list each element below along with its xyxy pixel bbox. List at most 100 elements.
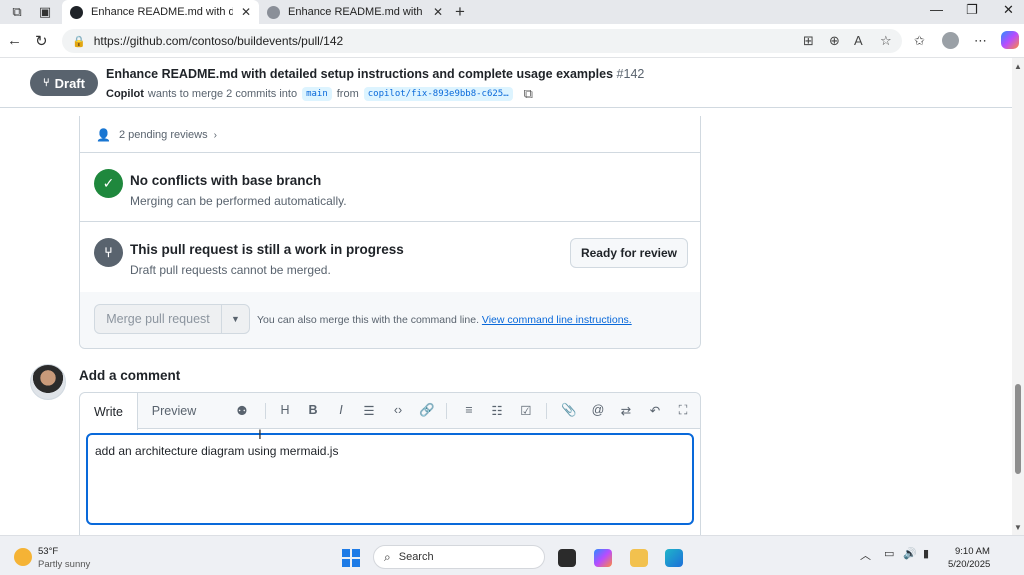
address-bar[interactable]: 🔒 https://github.com/contoso/buildevents… (62, 29, 902, 53)
divider (80, 152, 700, 153)
code-icon[interactable]: ‹› (389, 403, 407, 417)
more-icon[interactable]: ⋯ (974, 33, 987, 49)
merge-note: You can also merge this with the command… (257, 314, 632, 326)
favorites-icon[interactable]: ✩ (914, 33, 925, 49)
editor-tabs: Write Preview ⚉ H B I ☰ ‹› 🔗 ≡ ☷ ☑ 📎 @ ⇄… (80, 393, 700, 430)
zoom-icon[interactable]: ⊕ (829, 33, 840, 49)
minimize-icon[interactable]: — (930, 2, 943, 17)
workspaces-icon[interactable]: ⧉ (8, 3, 26, 21)
taskbar: 53°F Partly sunny ⌕ Search ︿ ▭ 🔊 ▮ 9:10 … (0, 535, 1024, 575)
favorite-star-icon[interactable]: ☆ (880, 33, 892, 49)
text-cursor-icon: I (258, 426, 262, 442)
unordered-list-icon[interactable]: ☷ (488, 403, 506, 418)
scroll-down-icon[interactable]: ▼ (1014, 523, 1022, 532)
edge-browser-icon[interactable] (665, 549, 683, 567)
taskbar-search[interactable]: ⌕ Search (373, 545, 545, 569)
close-window-icon[interactable]: ✕ (1003, 2, 1014, 18)
draft-pr-icon: ⑂ (94, 238, 123, 267)
new-tab-icon[interactable]: + (455, 2, 465, 22)
conflicts-title: No conflicts with base branch (130, 173, 322, 188)
toolbar-divider (546, 403, 547, 419)
github-icon (70, 5, 83, 19)
copy-icon[interactable]: ⧉ (524, 86, 533, 102)
address-row: ← ↻ 🔒 https://github.com/contoso/buildev… (0, 24, 1024, 58)
pr-title: Enhance README.md with detailed setup in… (106, 67, 645, 81)
close-tab-icon[interactable]: ✕ (241, 5, 251, 19)
check-circle-icon: ✓ (94, 169, 123, 198)
tab-actions-icon[interactable]: ▣ (36, 3, 54, 21)
pr-author[interactable]: Copilot (106, 88, 144, 100)
tab-preview[interactable]: Preview (140, 393, 208, 429)
person-icon: 👤 (96, 128, 111, 142)
command-line-instructions-link[interactable]: View command line instructions. (482, 314, 632, 326)
tab-write[interactable]: Write (80, 393, 138, 430)
merge-options-dropdown[interactable]: ▼ (221, 304, 250, 334)
merge-box: 👤 2 pending reviews › ✓ No conflicts wit… (79, 116, 701, 349)
windows-start-icon[interactable] (342, 549, 360, 567)
url-text: https://github.com/contoso/buildevents/p… (93, 34, 344, 48)
volume-icon[interactable]: 🔊 (903, 547, 917, 560)
close-tab-icon[interactable]: ✕ (433, 5, 443, 19)
page-content: ⑂ Draft Enhance README.md with detailed … (0, 58, 1012, 535)
paperclip-icon[interactable]: 📎 (560, 403, 578, 418)
quote-icon[interactable]: ☰ (360, 403, 378, 418)
fullscreen-icon[interactable]: ⛶ (674, 403, 692, 418)
browser-tab-strip: ⧉ ▣ Enhance README.md with detaile ✕ Enh… (0, 0, 1024, 24)
display-icon[interactable]: ▭ (884, 547, 894, 560)
profile-avatar[interactable] (942, 32, 959, 49)
github-icon (267, 5, 280, 19)
italic-icon[interactable]: I (332, 403, 350, 417)
avatar[interactable] (30, 364, 66, 400)
file-explorer-icon[interactable] (630, 549, 648, 567)
copilot-app-icon[interactable] (594, 549, 612, 567)
head-branch[interactable]: copilot/fix-893e9bb8-c625… (363, 87, 513, 101)
comment-editor: Write Preview ⚉ H B I ☰ ‹› 🔗 ≡ ☷ ☑ 📎 @ ⇄… (79, 392, 701, 535)
toolbar-divider (446, 403, 447, 419)
search-icon: ⌕ (384, 549, 391, 564)
restore-icon[interactable]: ❐ (966, 2, 978, 18)
chevron-up-icon[interactable]: ︿ (860, 547, 871, 563)
read-aloud-icon[interactable]: A (854, 33, 863, 48)
draft-badge: ⑂ Draft (30, 70, 98, 96)
copilot-icon[interactable]: ⚉ (233, 403, 251, 418)
back-icon[interactable]: ← (7, 32, 22, 49)
heading-icon[interactable]: H (276, 403, 294, 417)
app-available-icon[interactable]: ⊞ (803, 33, 814, 49)
conflicts-subtitle: Merging can be performed automatically. (130, 194, 347, 208)
copilot-icon[interactable] (1001, 31, 1019, 49)
lock-icon: 🔒 (72, 35, 86, 48)
wip-title: This pull request is still a work in pro… (130, 242, 404, 257)
add-comment-heading: Add a comment (79, 368, 181, 383)
pr-header: ⑂ Draft Enhance README.md with detailed … (0, 58, 1012, 108)
scroll-up-icon[interactable]: ▲ (1014, 62, 1022, 71)
divider (80, 221, 700, 222)
pending-reviews[interactable]: 👤 2 pending reviews › (96, 128, 217, 142)
task-list-icon[interactable]: ☑ (517, 403, 535, 418)
mention-icon[interactable]: @ (589, 403, 607, 417)
browser-tab-1[interactable]: Enhance README.md with detaile ✕ (62, 0, 259, 24)
clock-date[interactable]: 5/20/2025 (948, 559, 990, 570)
merge-pull-request-button[interactable]: Merge pull request (94, 304, 222, 334)
weather-temp: 53°F (38, 546, 59, 557)
battery-icon[interactable]: ▮ (923, 547, 929, 560)
base-branch[interactable]: main (302, 87, 332, 101)
reply-icon[interactable]: ↶ (646, 403, 664, 418)
clock-time[interactable]: 9:10 AM (955, 546, 990, 557)
ready-for-review-button[interactable]: Ready for review (570, 238, 688, 268)
scrollbar-thumb[interactable] (1015, 384, 1021, 474)
comment-textarea[interactable]: add an architecture diagram using mermai… (86, 433, 694, 525)
weather-sun-icon[interactable] (14, 548, 32, 566)
wip-subtitle: Draft pull requests cannot be merged. (130, 263, 331, 277)
refresh-icon[interactable]: ↻ (35, 32, 48, 50)
draft-pr-icon: ⑂ (43, 77, 50, 89)
terminal-app-icon[interactable] (558, 549, 576, 567)
browser-tab-2[interactable]: Enhance README.md with compr ✕ (259, 0, 451, 24)
bold-icon[interactable]: B (304, 403, 322, 417)
page-scrollbar[interactable]: ▲ ▼ (1012, 58, 1024, 535)
link-icon[interactable]: 🔗 (418, 403, 436, 418)
weather-desc: Partly sunny (38, 559, 91, 570)
ordered-list-icon[interactable]: ≡ (460, 403, 478, 417)
chevron-right-icon: › (213, 129, 217, 141)
cross-reference-icon[interactable]: ⇄ (617, 403, 635, 418)
toolbar-divider (265, 403, 266, 419)
